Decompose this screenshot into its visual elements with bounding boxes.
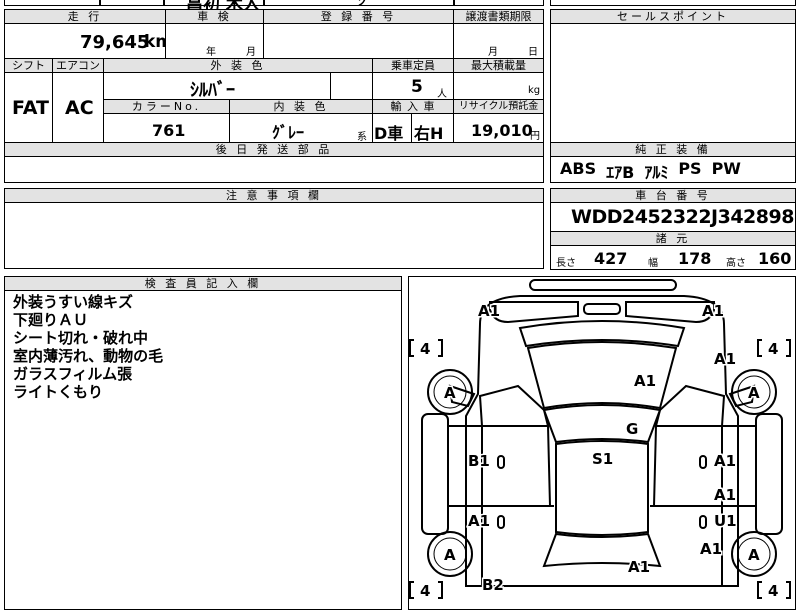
notes-box — [4, 202, 544, 269]
mark-right-rear-fender: A1 — [700, 540, 722, 558]
mileage-value: 79,645 — [80, 32, 150, 53]
notes-header: 注 意 事 項 欄 — [4, 188, 544, 203]
capacity-unit: 人 — [437, 89, 447, 100]
equipment-item: PS — [678, 159, 702, 178]
tire-tread-rear-right: 4 — [768, 582, 778, 600]
specs-width-value: 178 — [678, 249, 712, 268]
tire-tread-rear-left: 4 — [420, 582, 430, 600]
mileage-header: 走 行 — [4, 9, 166, 24]
interior-color-value: ｸﾞﾚｰ — [272, 123, 305, 142]
delivery-parts-header: 後 日 発 送 部 品 — [4, 142, 544, 157]
color-no-header: カラーNo. — [103, 99, 230, 114]
inspector-line: 室内薄汚れ、動物の毛 — [13, 347, 164, 365]
mark-roof: S1 — [592, 450, 613, 468]
recycle-unit: 円 — [530, 131, 540, 142]
mark-right-rear-door: U1 — [714, 512, 737, 530]
equipment-list: ABS ｴｱB ｱﾙﾐ PS PW — [560, 159, 741, 183]
mark-right-front-door: A1 — [714, 452, 736, 470]
specs-length-label: 長さ — [556, 258, 576, 269]
mark-windshield: G — [626, 420, 638, 438]
chassis-value: WDD2452322J342898 — [571, 206, 794, 228]
mark-trunk: A1 — [628, 558, 650, 576]
capacity-value: 5 — [411, 77, 423, 97]
exterior-color-header: 外 装 色 — [103, 58, 373, 73]
inspection-month-unit: 月 — [246, 47, 256, 58]
import-header: 輸 入 車 — [372, 99, 454, 114]
max-load-header: 最大積載量 — [453, 58, 544, 73]
specs-height-label: 高さ — [726, 258, 746, 269]
equipment-item: ABS — [560, 159, 597, 178]
car-diagram: 4 4 4 4 A A A A A1 A1 A1 A1 G S1 B1 A1 A… — [409, 279, 791, 600]
tire-tread-front-left: 4 — [420, 340, 430, 358]
aircon-value: AC — [65, 97, 94, 119]
inspection-year-unit: 年 — [206, 47, 216, 58]
capacity-header: 乗車定員 — [372, 58, 454, 73]
mark-hood: A1 — [634, 372, 656, 390]
equipment-item: ｴｱB — [606, 163, 635, 182]
inspector-box: 外装うすい線キズ 下廻りＡＵ シート切れ・破れ中 室内薄汚れ、動物の毛 ガラスフ… — [4, 290, 402, 610]
transfer-deadline-header: 譲渡書類期限 — [453, 9, 544, 24]
equipment-item: ｱﾙﾐ — [644, 163, 669, 182]
wheel-rear-left: A — [444, 546, 456, 564]
equipment-header: 純 正 装 備 — [550, 142, 796, 157]
transfer-month-unit: 月 — [488, 47, 498, 58]
shift-header: シフト — [4, 58, 53, 73]
aircon-header: エアコン — [52, 58, 104, 73]
specs-height-value: 160 — [758, 249, 792, 268]
mark-left-rear: B2 — [482, 576, 504, 594]
import-value-2: 右H — [414, 124, 444, 143]
mark-front-left: A1 — [478, 302, 500, 320]
sales-points-box — [550, 23, 796, 143]
mark-left-front-door: B1 — [468, 452, 490, 470]
specs-width-label: 幅 — [648, 258, 658, 269]
max-load-unit: kg — [528, 85, 541, 96]
mark-right-front-fender: A1 — [714, 350, 736, 368]
recycle-value: 19,010 — [471, 121, 533, 140]
top-cut-text-2: ゾ — [356, 0, 369, 8]
inspector-line: ガラスフィルム張 — [13, 365, 133, 383]
wheel-front-left: A — [444, 384, 456, 402]
inspector-line: 外装うすい線キズ — [13, 293, 134, 311]
tire-tread-front-right: 4 — [768, 340, 778, 358]
recycle-header: リサイクル預託金 — [453, 99, 544, 114]
inspector-line: 下廻りＡＵ — [13, 311, 89, 329]
mark-left-rear-door: A1 — [468, 512, 490, 530]
registration-header: 登 録 番 号 — [263, 9, 454, 24]
chassis-header: 車 台 番 号 — [550, 188, 796, 203]
wheel-rear-right: A — [748, 546, 760, 564]
sales-points-header: セールスポイント — [550, 9, 796, 24]
wheel-front-right: A — [748, 384, 760, 402]
shift-value: FAT — [12, 97, 49, 119]
specs-length-value: 427 — [594, 249, 628, 268]
transfer-day-unit: 日 — [528, 47, 538, 58]
inspector-line: シート切れ・破れ中 — [13, 329, 149, 347]
inspector-line: ライトくもり — [13, 383, 104, 401]
equipment-item: PW — [711, 159, 741, 178]
mark-front-right: A1 — [702, 302, 724, 320]
top-strip: 昌初 木入 ゾ — [0, 0, 800, 15]
specs-header: 諸 元 — [550, 231, 796, 246]
inspector-header: 検 査 員 記 入 欄 — [4, 276, 402, 291]
inspection-header: 車 検 — [165, 9, 264, 24]
mark-right-rear-door-upper: A1 — [714, 486, 736, 504]
interior-color-header: 内 装 色 — [229, 99, 373, 114]
color-no-value: 761 — [152, 121, 186, 140]
interior-color-suffix: 系 — [357, 132, 367, 143]
import-value-1: D車 — [374, 124, 404, 143]
